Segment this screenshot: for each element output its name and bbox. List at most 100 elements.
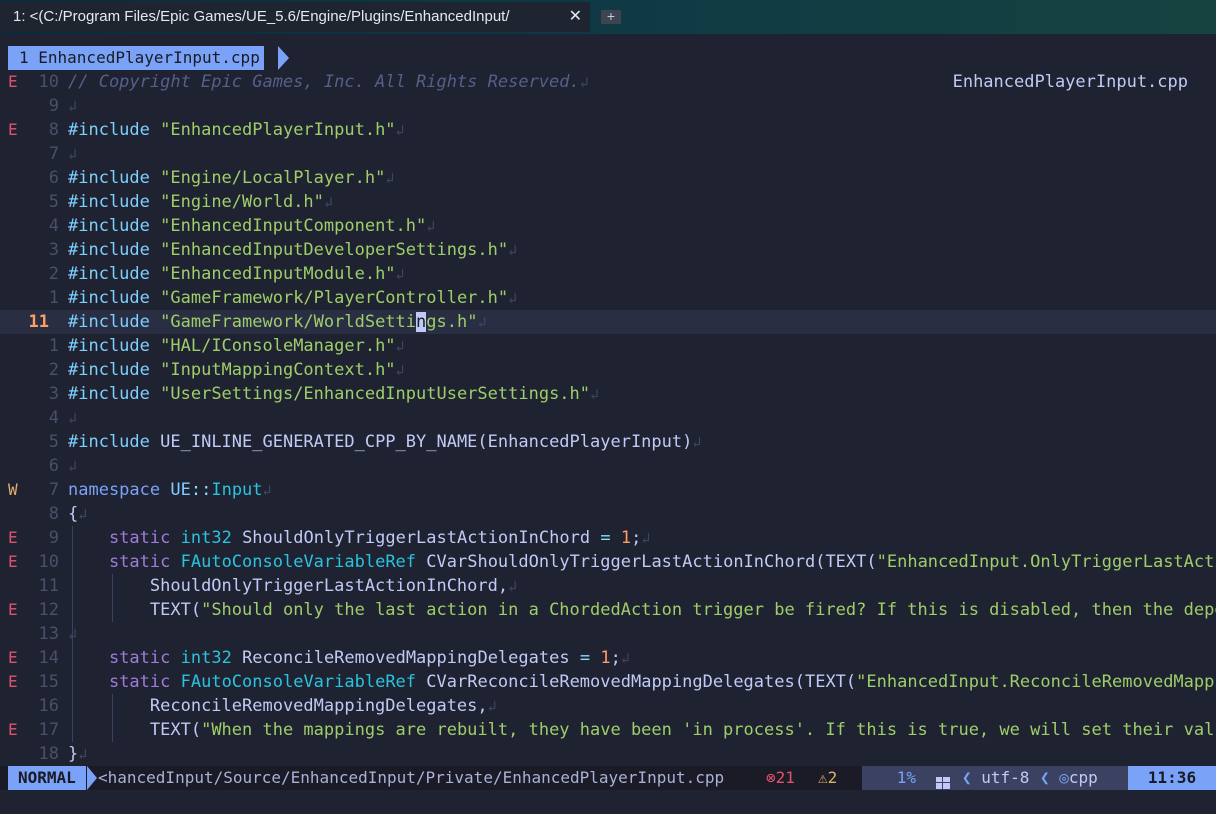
buffer-tab-active[interactable]: 1 EnhancedPlayerInput.cpp xyxy=(8,46,264,70)
warning-icon: ⚠ xyxy=(818,768,828,787)
code-content: TEXT("Should only the last action in a C… xyxy=(68,598,1216,622)
os-segment xyxy=(926,766,962,790)
line-number: 12 xyxy=(38,600,59,620)
code-line-current[interactable]: 11 #include "GameFramework/WorldSettings.… xyxy=(0,310,1216,334)
code-content: #include "Engine/LocalPlayer.h"↲ xyxy=(68,166,394,190)
code-line[interactable]: 7 ↲ xyxy=(0,142,1216,166)
line-number: 2 xyxy=(48,264,59,284)
code-line[interactable]: E 10 // Copyright Epic Games, Inc. All Rig… xyxy=(0,70,1216,94)
buffer-tab-separator xyxy=(278,46,289,70)
eol-marker: ↲ xyxy=(508,289,518,307)
code-line[interactable]: E 17 TEXT("When the mappings are rebuilt,… xyxy=(0,718,1216,742)
code-line[interactable]: 16 ReconcileRemovedMappingDelegates,↲ xyxy=(0,694,1216,718)
encoding: ❮ utf-8 xyxy=(962,766,1040,790)
code-content: static int32 ShouldOnlyTriggerLastAction… xyxy=(68,526,650,550)
eol-marker: ↲ xyxy=(395,265,405,283)
line-number: 16 xyxy=(38,696,59,716)
code-content: #include "HAL/IConsoleManager.h"↲ xyxy=(68,334,405,358)
code-line[interactable]: E 15 static FAutoConsoleVariableRef CVarR… xyxy=(0,670,1216,694)
code-content: // Copyright Epic Games, Inc. All Rights… xyxy=(68,70,589,94)
text-cursor: n xyxy=(416,312,427,332)
eol-marker: ↲ xyxy=(68,97,78,115)
error-count[interactable]: ⊗21 xyxy=(766,766,795,790)
code-content: {↲ xyxy=(68,502,87,526)
include-directive: #include xyxy=(68,264,150,284)
diagnostic-sign: E xyxy=(8,648,18,667)
line-number: 13 xyxy=(38,624,59,644)
code-line[interactable]: 2 #include "EnhancedInputModule.h"↲ xyxy=(0,262,1216,286)
code-line[interactable]: 5 #include UE_INLINE_GENERATED_CPP_BY_NAM… xyxy=(0,430,1216,454)
keyword-static: static xyxy=(108,672,171,692)
code-line[interactable]: E 8 #include "EnhancedPlayerInput.h"↲ xyxy=(0,118,1216,142)
operator: = xyxy=(600,528,611,548)
line-number: 15 xyxy=(38,672,59,692)
type-name: int32 xyxy=(180,528,232,548)
include-path: "Engine/LocalPlayer.h" xyxy=(160,168,386,188)
code-line[interactable]: 6 ↲ xyxy=(0,454,1216,478)
code-line[interactable]: W 7 namespace UE::Input↲ xyxy=(0,478,1216,502)
eol-marker: ↲ xyxy=(395,361,405,379)
code-content: #include "EnhancedPlayerInput.h"↲ xyxy=(68,118,405,142)
code-line[interactable]: E 14 static int32 ReconcileRemovedMapping… xyxy=(0,646,1216,670)
code-line[interactable]: 1 #include "GameFramework/PlayerControlle… xyxy=(0,286,1216,310)
eol-marker: ↲ xyxy=(477,313,487,331)
macro-call: TEXT( xyxy=(149,600,202,620)
code-content: TEXT("When the mappings are rebuilt, the… xyxy=(68,718,1216,742)
eol-marker: ↲ xyxy=(68,625,78,643)
namespace-name: Input xyxy=(211,480,263,500)
include-path: "EnhancedPlayerInput.h" xyxy=(160,120,396,140)
eol-marker: ↲ xyxy=(641,529,651,547)
new-tab-button[interactable]: + xyxy=(601,9,621,24)
code-line[interactable]: E 12 TEXT("Should only the last action in… xyxy=(0,598,1216,622)
mode-separator xyxy=(87,766,97,790)
code-content: }↲ xyxy=(68,742,87,766)
terminal-tab[interactable]: 1: <(C:/Program Files/Epic Games/UE_5.6/… xyxy=(0,2,590,32)
include-directive: #include xyxy=(68,168,150,188)
eol-marker: ↲ xyxy=(385,169,395,187)
code-line[interactable]: 8 {↲ xyxy=(0,502,1216,526)
code-editor[interactable]: E 10 // Copyright Epic Games, Inc. All Rig… xyxy=(0,70,1216,766)
error-icon: ⊗ xyxy=(766,768,776,787)
variable: ShouldOnlyTriggerLastActionInChord xyxy=(242,528,591,548)
code-line[interactable]: 13 ↲ xyxy=(0,622,1216,646)
line-number: 6 xyxy=(48,168,59,188)
eol-marker: ↲ xyxy=(590,385,600,403)
code-line[interactable]: 4 #include "EnhancedInputComponent.h"↲ xyxy=(0,214,1216,238)
code-line[interactable]: 1 #include "HAL/IConsoleManager.h"↲ xyxy=(0,334,1216,358)
comment: // Copyright Epic Games, Inc. All Rights… xyxy=(68,72,580,92)
code-line[interactable]: 6 #include "Engine/LocalPlayer.h"↲ xyxy=(0,166,1216,190)
code-content: #include "EnhancedInputComponent.h"↲ xyxy=(68,214,435,238)
code-line[interactable]: E 9 static int32 ShouldOnlyTriggerLastAct… xyxy=(0,526,1216,550)
line-number: 11 xyxy=(28,312,49,332)
code-content: ↲ xyxy=(68,406,77,430)
code-content: ↲ xyxy=(68,142,77,166)
code-line[interactable]: 3 #include "UserSettings/EnhancedInputUse… xyxy=(0,382,1216,406)
code-line[interactable]: 9 ↲ xyxy=(0,94,1216,118)
keyword-static: static xyxy=(108,552,171,572)
line-number: 8 xyxy=(48,120,59,140)
code-line[interactable]: E 10 static FAutoConsoleVariableRef CVarS… xyxy=(0,550,1216,574)
code-line[interactable]: 3 #include "EnhancedInputDeveloperSetting… xyxy=(0,238,1216,262)
command-line[interactable] xyxy=(0,790,1216,814)
warning-count[interactable]: ⚠2 xyxy=(818,766,837,790)
line-number: 3 xyxy=(48,384,59,404)
code-line[interactable]: 11 ShouldOnlyTriggerLastActionInChord,↲ xyxy=(0,574,1216,598)
code-line[interactable]: 4 ↲ xyxy=(0,406,1216,430)
line-number: 1 xyxy=(48,288,59,308)
include-directive: #include xyxy=(68,192,150,212)
code-content: #include "InputMappingContext.h"↲ xyxy=(68,358,405,382)
string-literal: "EnhancedInput.ReconcileRemovedMappin xyxy=(856,672,1216,692)
diagnostic-sign: E xyxy=(8,120,18,139)
diagnostic-sign: E xyxy=(8,600,18,619)
warning-count-value: 2 xyxy=(827,768,838,787)
diagnostic-sign: E xyxy=(8,552,18,571)
code-line[interactable]: 18}↲ xyxy=(0,742,1216,766)
close-tab-icon[interactable]: ✕ xyxy=(569,2,582,32)
line-number: 6 xyxy=(48,456,59,476)
diagnostic-sign: E xyxy=(8,720,18,739)
eol-marker: ↲ xyxy=(620,649,630,667)
code-line[interactable]: 2 #include "InputMappingContext.h"↲ xyxy=(0,358,1216,382)
diagnostic-sign: E xyxy=(8,528,18,547)
eol-marker: ↲ xyxy=(78,505,88,523)
code-line[interactable]: 5 #include "Engine/World.h"↲ xyxy=(0,190,1216,214)
